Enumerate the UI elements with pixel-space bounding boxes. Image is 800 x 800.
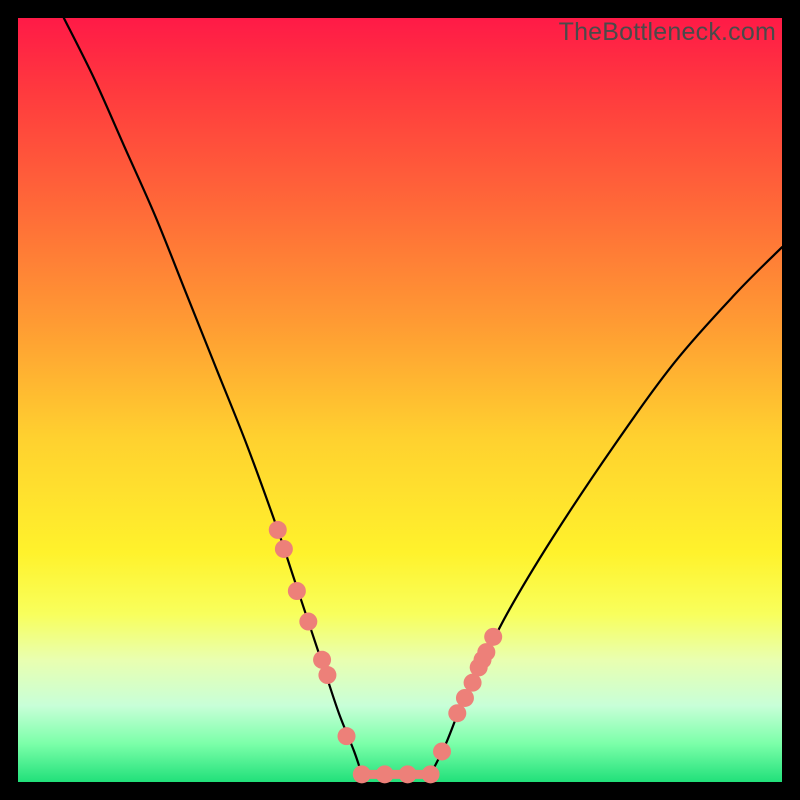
marker-dot: [269, 521, 287, 539]
marker-dot: [318, 666, 336, 684]
marker-dot: [275, 540, 293, 558]
marker-dot: [313, 651, 331, 669]
marker-dot: [299, 613, 317, 631]
marker-dot: [484, 628, 502, 646]
marker-dot: [288, 582, 306, 600]
marker-dot: [353, 765, 371, 783]
marker-dot: [338, 727, 356, 745]
marker-dot: [456, 689, 474, 707]
marker-dots: [269, 521, 502, 783]
marker-dot: [422, 765, 440, 783]
chart-plot-area: TheBottleneck.com: [18, 18, 782, 782]
chart-svg: [18, 18, 782, 782]
marker-dot: [448, 704, 466, 722]
marker-dot: [376, 765, 394, 783]
marker-dot: [399, 765, 417, 783]
right-curve: [431, 247, 782, 774]
marker-dot: [433, 742, 451, 760]
